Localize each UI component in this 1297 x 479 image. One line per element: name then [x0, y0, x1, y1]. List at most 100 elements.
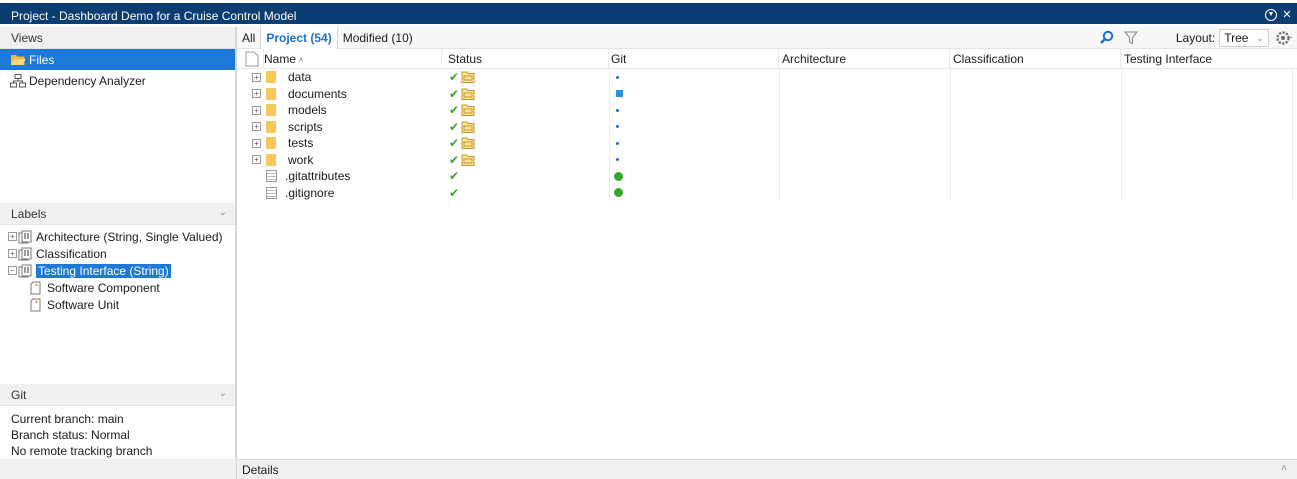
views-item-files[interactable]: Files	[0, 49, 235, 70]
status-cell: ✔	[442, 168, 609, 185]
collapse-icon[interactable]: −	[8, 266, 17, 275]
layout-select[interactable]: Tree ⌄	[1219, 29, 1269, 47]
expand-icon[interactable]: +	[252, 122, 261, 132]
toolbar: All Project (54) Modified (10) Layout: T…	[237, 26, 1297, 49]
label-tag-icon	[29, 298, 45, 312]
column-header-icon	[237, 48, 264, 69]
folder-icon	[266, 104, 276, 117]
dependency-icon	[10, 74, 26, 88]
expand-icon[interactable]: +	[252, 138, 261, 148]
status-cell: ✔	[442, 152, 609, 169]
labels-header[interactable]: Labels ⌄	[0, 203, 235, 225]
git-modified-icon	[616, 90, 623, 98]
tab-project[interactable]: Project (54)	[260, 26, 338, 49]
check-icon: ✔	[449, 119, 460, 134]
git-info: Current branch: main Branch status: Norm…	[0, 406, 235, 459]
status-cell: ✔	[442, 69, 609, 86]
column-header-architecture[interactable]: Architecture	[779, 48, 950, 69]
file-name: models	[288, 103, 327, 118]
labels-panel: Labels ⌄ + Architecture (String, Single …	[0, 203, 235, 313]
table-row[interactable]: + tests ✔	[237, 135, 1297, 152]
table-row[interactable]: .gitattributes ✔	[237, 168, 1297, 185]
column-header-git[interactable]: Git	[609, 48, 779, 69]
label-category-classification[interactable]: + Classification	[0, 245, 235, 262]
label-tag-icon	[29, 281, 45, 295]
label-category-testing-interface[interactable]: − Testing Interface (String)	[0, 262, 235, 279]
expand-icon[interactable]: +	[8, 232, 17, 241]
column-header-classification[interactable]: Classification	[950, 48, 1121, 69]
title-bar: Project - Dashboard Demo for a Cruise Co…	[0, 0, 1297, 24]
git-header-label: Git	[11, 387, 27, 402]
views-item-dependency-analyzer[interactable]: Dependency Analyzer	[0, 70, 235, 91]
label-item-software-unit[interactable]: Software Unit	[0, 296, 235, 313]
git-unchanged-icon	[616, 108, 619, 112]
status-cell: ✔	[442, 185, 609, 202]
details-bar[interactable]: Details ˄	[237, 459, 1297, 479]
labels-tree: + Architecture (String, Single Valued) +…	[0, 225, 235, 313]
label-category-text: Classification	[36, 246, 107, 261]
row-expander-cell: +	[237, 86, 264, 103]
left-panel: Views Files Dependency Analyzer Labels ⌄…	[0, 27, 236, 479]
table-row[interactable]: + models ✔	[237, 102, 1297, 119]
git-header[interactable]: Git ⌄	[0, 384, 235, 406]
expand-icon[interactable]: +	[252, 89, 261, 99]
status-cell: ✔	[442, 135, 609, 152]
chevron-down-icon[interactable]: ⌄	[219, 207, 227, 218]
name-cell: documents	[264, 86, 442, 103]
gear-icon[interactable]	[1275, 29, 1293, 47]
file-name: tests	[288, 136, 314, 151]
views-header-label: Views	[11, 30, 43, 45]
file-name: documents	[288, 86, 347, 101]
label-category-architecture[interactable]: + Architecture (String, Single Valued)	[0, 228, 235, 245]
minimize-panel-icon[interactable]: ▼	[1265, 9, 1277, 21]
name-cell: tests	[264, 135, 442, 152]
column-header-status[interactable]: Status	[442, 48, 609, 69]
close-icon[interactable]: ✕	[1281, 9, 1293, 21]
name-cell: data	[264, 69, 442, 86]
check-icon: ✔	[449, 103, 460, 118]
expand-icon[interactable]: +	[252, 105, 261, 115]
git-cell	[609, 86, 779, 103]
column-header-name[interactable]: Name ˄	[264, 48, 442, 69]
label-category-icon	[18, 264, 34, 278]
git-unchanged-icon	[616, 125, 619, 129]
expand-icon[interactable]: +	[8, 249, 17, 258]
file-name: scripts	[288, 119, 323, 134]
column-header-name-label: Name	[264, 51, 297, 66]
labels-header-label: Labels	[11, 206, 47, 221]
folder-icon	[266, 87, 276, 100]
row-expander-cell: +	[237, 135, 264, 152]
chevron-up-icon[interactable]: ˄	[1281, 463, 1287, 474]
git-cell	[609, 168, 779, 185]
expand-icon[interactable]: +	[252, 72, 261, 82]
git-remote-tracking: No remote tracking branch	[11, 444, 153, 458]
git-cell	[609, 185, 779, 202]
file-name: .gitattributes	[285, 169, 351, 184]
table-row[interactable]: + work ✔	[237, 152, 1297, 169]
row-expander-cell	[237, 185, 264, 202]
tab-all[interactable]: All	[237, 27, 260, 49]
table-row[interactable]: + scripts ✔	[237, 119, 1297, 136]
git-panel: Git ⌄ Current branch: main Branch status…	[0, 384, 235, 459]
folder-open-icon	[10, 53, 26, 66]
window-title: Project - Dashboard Demo for a Cruise Co…	[11, 9, 297, 23]
table-row[interactable]: + data ✔	[237, 69, 1297, 86]
file-table-body: + data ✔ + documents ✔ + models ✔ + scripts ✔ + tests…	[237, 69, 1297, 201]
status-cell: ✔	[442, 102, 609, 119]
tab-modified[interactable]: Modified (10)	[338, 27, 418, 49]
search-icon[interactable]	[1098, 29, 1116, 47]
chevron-down-icon[interactable]: ⌄	[219, 388, 227, 399]
expand-icon[interactable]: +	[252, 155, 261, 165]
check-icon: ✔	[449, 152, 460, 167]
table-row[interactable]: .gitignore ✔	[237, 185, 1297, 202]
name-cell: models	[264, 102, 442, 119]
label-item-text: Software Component	[47, 280, 160, 295]
filter-icon[interactable]	[1122, 29, 1140, 47]
column-header-testing-interface[interactable]: Testing Interface	[1121, 49, 1291, 69]
label-item-software-component[interactable]: Software Component	[0, 279, 235, 296]
git-committed-icon	[614, 188, 623, 198]
left-footer	[0, 459, 236, 479]
table-row[interactable]: + documents ✔	[237, 86, 1297, 103]
git-branch-status: Branch status: Normal	[11, 428, 130, 442]
views-header: Views	[0, 27, 235, 49]
